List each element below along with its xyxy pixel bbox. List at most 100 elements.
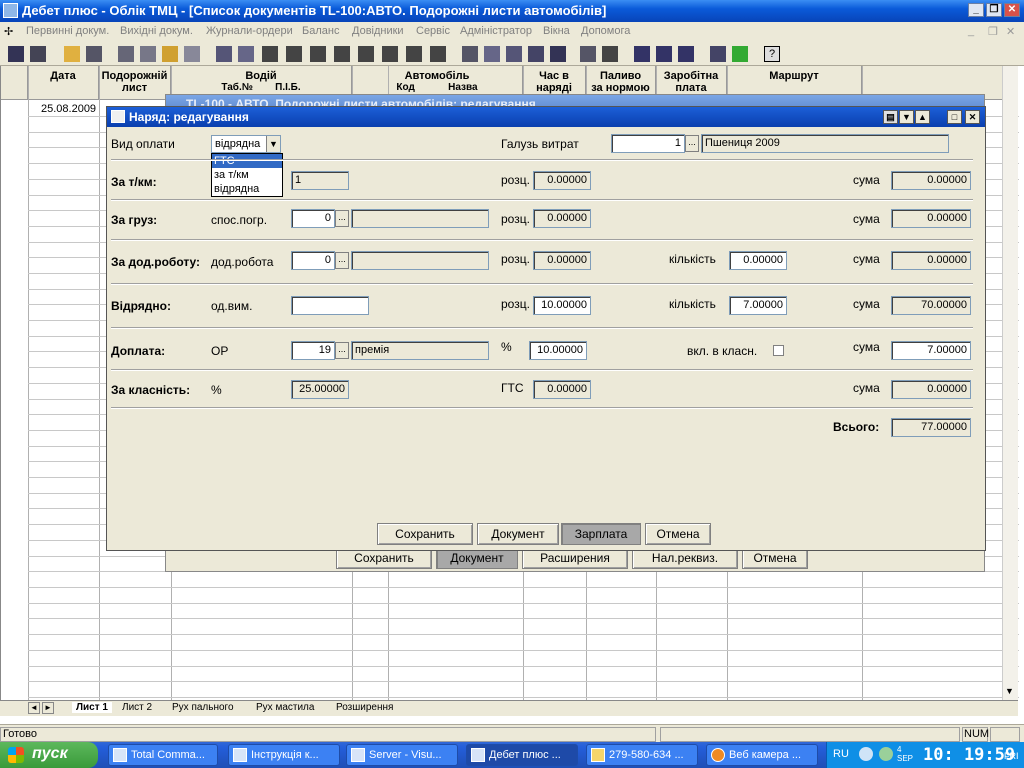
cancel-button[interactable]: Отмена bbox=[645, 523, 711, 545]
toolbar-hammer-icon-7[interactable] bbox=[406, 46, 422, 62]
salary-button[interactable]: Зарплата bbox=[561, 523, 641, 545]
toolbar-hammer-icon-4[interactable] bbox=[334, 46, 350, 62]
mdi-minimize-icon[interactable]: _ bbox=[968, 25, 974, 37]
mdi-restore-icon[interactable]: ❐ bbox=[988, 25, 998, 38]
toolbar-folder-icon[interactable] bbox=[162, 46, 178, 62]
menu-journals[interactable]: Журнали-ордери bbox=[206, 25, 293, 37]
cost-branch-code-field[interactable]: 1 bbox=[611, 134, 685, 153]
menu-windows[interactable]: Вікна bbox=[543, 25, 570, 37]
toolbar-tile-v-icon[interactable] bbox=[656, 46, 672, 62]
tab-fuel-movement[interactable]: Рух пального bbox=[172, 702, 234, 713]
toolbar-tools-icon[interactable] bbox=[602, 46, 618, 62]
chevron-down-icon[interactable]: ▼ bbox=[266, 136, 280, 152]
toolbar-doc-icon[interactable] bbox=[8, 46, 24, 62]
toolbar-open-icon[interactable] bbox=[64, 46, 80, 62]
piece-rate-qty-field[interactable]: 7.00000 bbox=[729, 296, 787, 315]
toolbar-hammer-icon-8[interactable] bbox=[430, 46, 446, 62]
toolbar-chart-icon[interactable] bbox=[506, 46, 522, 62]
toolbar-copy-icon[interactable] bbox=[140, 46, 156, 62]
toolbar-move-icon[interactable] bbox=[184, 46, 200, 62]
tray-icon-1[interactable] bbox=[859, 747, 873, 761]
tab-scroll-left-icon[interactable]: ◄ bbox=[28, 702, 40, 714]
document-button[interactable]: Документ bbox=[477, 523, 559, 545]
bonus-pct-field[interactable]: 10.00000 bbox=[529, 341, 587, 360]
menu-service[interactable]: Сервіс bbox=[416, 25, 450, 37]
toolbar-sheet-icon[interactable] bbox=[238, 46, 254, 62]
taskbar-webcam[interactable]: Веб камера ... bbox=[706, 744, 818, 766]
tab-oil-movement[interactable]: Рух мастила bbox=[256, 702, 314, 713]
toolbar-hammer-icon-6[interactable] bbox=[382, 46, 398, 62]
bonus-lookup-button[interactable]: ... bbox=[335, 342, 349, 359]
grid-vertical-scrollbar[interactable]: ▼ bbox=[1002, 66, 1018, 700]
menu-primary-docs[interactable]: Первинні докум. bbox=[26, 25, 109, 37]
cargo-rate-field[interactable]: 0.00000 bbox=[533, 209, 591, 228]
toolbar-pen-icon[interactable] bbox=[550, 46, 566, 62]
dialog-scroll-down-icon[interactable]: ▼ bbox=[899, 110, 914, 124]
tab-sheet-1[interactable]: Лист 1 bbox=[72, 702, 112, 713]
toolbar-image-icon[interactable] bbox=[528, 46, 544, 62]
clock[interactable]: 10: 19:59 bbox=[923, 745, 1015, 765]
toolbar-help-icon[interactable]: ? bbox=[764, 46, 780, 62]
toolbar-list-icon[interactable] bbox=[30, 46, 46, 62]
taskbar-server[interactable]: Server - Visu... bbox=[346, 744, 458, 766]
restore-icon[interactable]: ❐ bbox=[986, 3, 1002, 17]
taskbar-total-commander[interactable]: Total Comma... bbox=[108, 744, 218, 766]
toolbar-hammer-icon-3[interactable] bbox=[310, 46, 326, 62]
bonus-code-field[interactable]: 19 bbox=[291, 341, 335, 360]
pay-type-option-tkm[interactable]: за т/км bbox=[212, 168, 282, 182]
mdi-menu-icon[interactable]: ✢ bbox=[4, 25, 13, 38]
toolbar-export-icon[interactable] bbox=[710, 46, 726, 62]
scroll-down-icon[interactable]: ▼ bbox=[1005, 686, 1014, 696]
close-icon[interactable]: ✕ bbox=[1004, 3, 1020, 17]
toolbar-edit-icon[interactable] bbox=[216, 46, 232, 62]
class-pct-field[interactable]: 25.00000 bbox=[291, 380, 349, 399]
tkm-value-field[interactable]: 1 bbox=[291, 171, 349, 190]
class-gts-field[interactable]: 0.00000 bbox=[533, 380, 591, 399]
mdi-close-icon[interactable]: ✕ bbox=[1006, 25, 1015, 38]
menu-help[interactable]: Допомога bbox=[581, 25, 630, 37]
pay-type-select[interactable]: відрядна ▼ bbox=[211, 135, 281, 153]
cargo-code-field[interactable]: 0 bbox=[291, 209, 335, 228]
extra-work-code-field[interactable]: 0 bbox=[291, 251, 335, 270]
taskbar-debet-plus[interactable]: Дебет плюс ... bbox=[466, 744, 578, 766]
minimize-icon[interactable]: _ bbox=[968, 3, 984, 17]
save-button[interactable]: Сохранить bbox=[377, 523, 473, 545]
dialog-maximize-icon[interactable]: □ bbox=[947, 110, 962, 124]
toolbar-table-icon[interactable] bbox=[462, 46, 478, 62]
menu-output-docs[interactable]: Вихідні докум. bbox=[120, 25, 193, 37]
start-button[interactable]: пуск bbox=[0, 742, 98, 768]
dialog-close-icon[interactable]: ✕ bbox=[965, 110, 980, 124]
tab-scroll-right-icon[interactable]: ► bbox=[42, 702, 54, 714]
dialog-print-icon[interactable]: ▤ bbox=[883, 110, 898, 124]
cargo-lookup-button[interactable]: ... bbox=[335, 210, 349, 227]
dialog-scroll-up-icon[interactable]: ▲ bbox=[915, 110, 930, 124]
piece-rate-rate-field[interactable]: 10.00000 bbox=[533, 296, 591, 315]
cost-branch-lookup-button[interactable]: ... bbox=[685, 135, 699, 152]
pay-type-option-piece[interactable]: відрядна bbox=[212, 182, 282, 196]
toolbar-refresh-icon[interactable] bbox=[732, 46, 748, 62]
toolbar-hammer-icon-5[interactable] bbox=[358, 46, 374, 62]
toolbar-calc-icon[interactable] bbox=[580, 46, 596, 62]
toolbar-cascade-icon[interactable] bbox=[634, 46, 650, 62]
taskbar-email[interactable]: 279-580-634 ... bbox=[586, 744, 698, 766]
col-header-waybill[interactable]: Подорожній лист bbox=[99, 66, 171, 100]
tab-extensions[interactable]: Розширення bbox=[336, 702, 393, 713]
toolbar-tile-h-icon[interactable] bbox=[678, 46, 694, 62]
toolbar-print-icon[interactable] bbox=[118, 46, 134, 62]
bonus-sum-field[interactable]: 7.00000 bbox=[891, 341, 971, 360]
app-icon[interactable] bbox=[3, 3, 18, 18]
toolbar-hammer-icon-2[interactable] bbox=[286, 46, 302, 62]
col-header-date[interactable]: Дата bbox=[28, 66, 99, 100]
toolbar-report-icon[interactable] bbox=[86, 46, 102, 62]
menu-admin[interactable]: Адміністратор bbox=[460, 25, 532, 37]
extra-work-qty-field[interactable]: 0.00000 bbox=[729, 251, 787, 270]
extra-work-rate-field[interactable]: 0.00000 bbox=[533, 251, 591, 270]
tray-icon-2[interactable] bbox=[879, 747, 893, 761]
language-indicator[interactable]: RU bbox=[833, 748, 849, 760]
tab-sheet-2[interactable]: Лист 2 bbox=[122, 702, 152, 713]
extra-work-lookup-button[interactable]: ... bbox=[335, 252, 349, 269]
toolbar-hammer-icon[interactable] bbox=[262, 46, 278, 62]
taskbar-instruction[interactable]: Інструкція к... bbox=[228, 744, 340, 766]
menu-balance[interactable]: Баланс bbox=[302, 25, 339, 37]
pay-type-option-gts[interactable]: ГТС bbox=[212, 154, 282, 168]
